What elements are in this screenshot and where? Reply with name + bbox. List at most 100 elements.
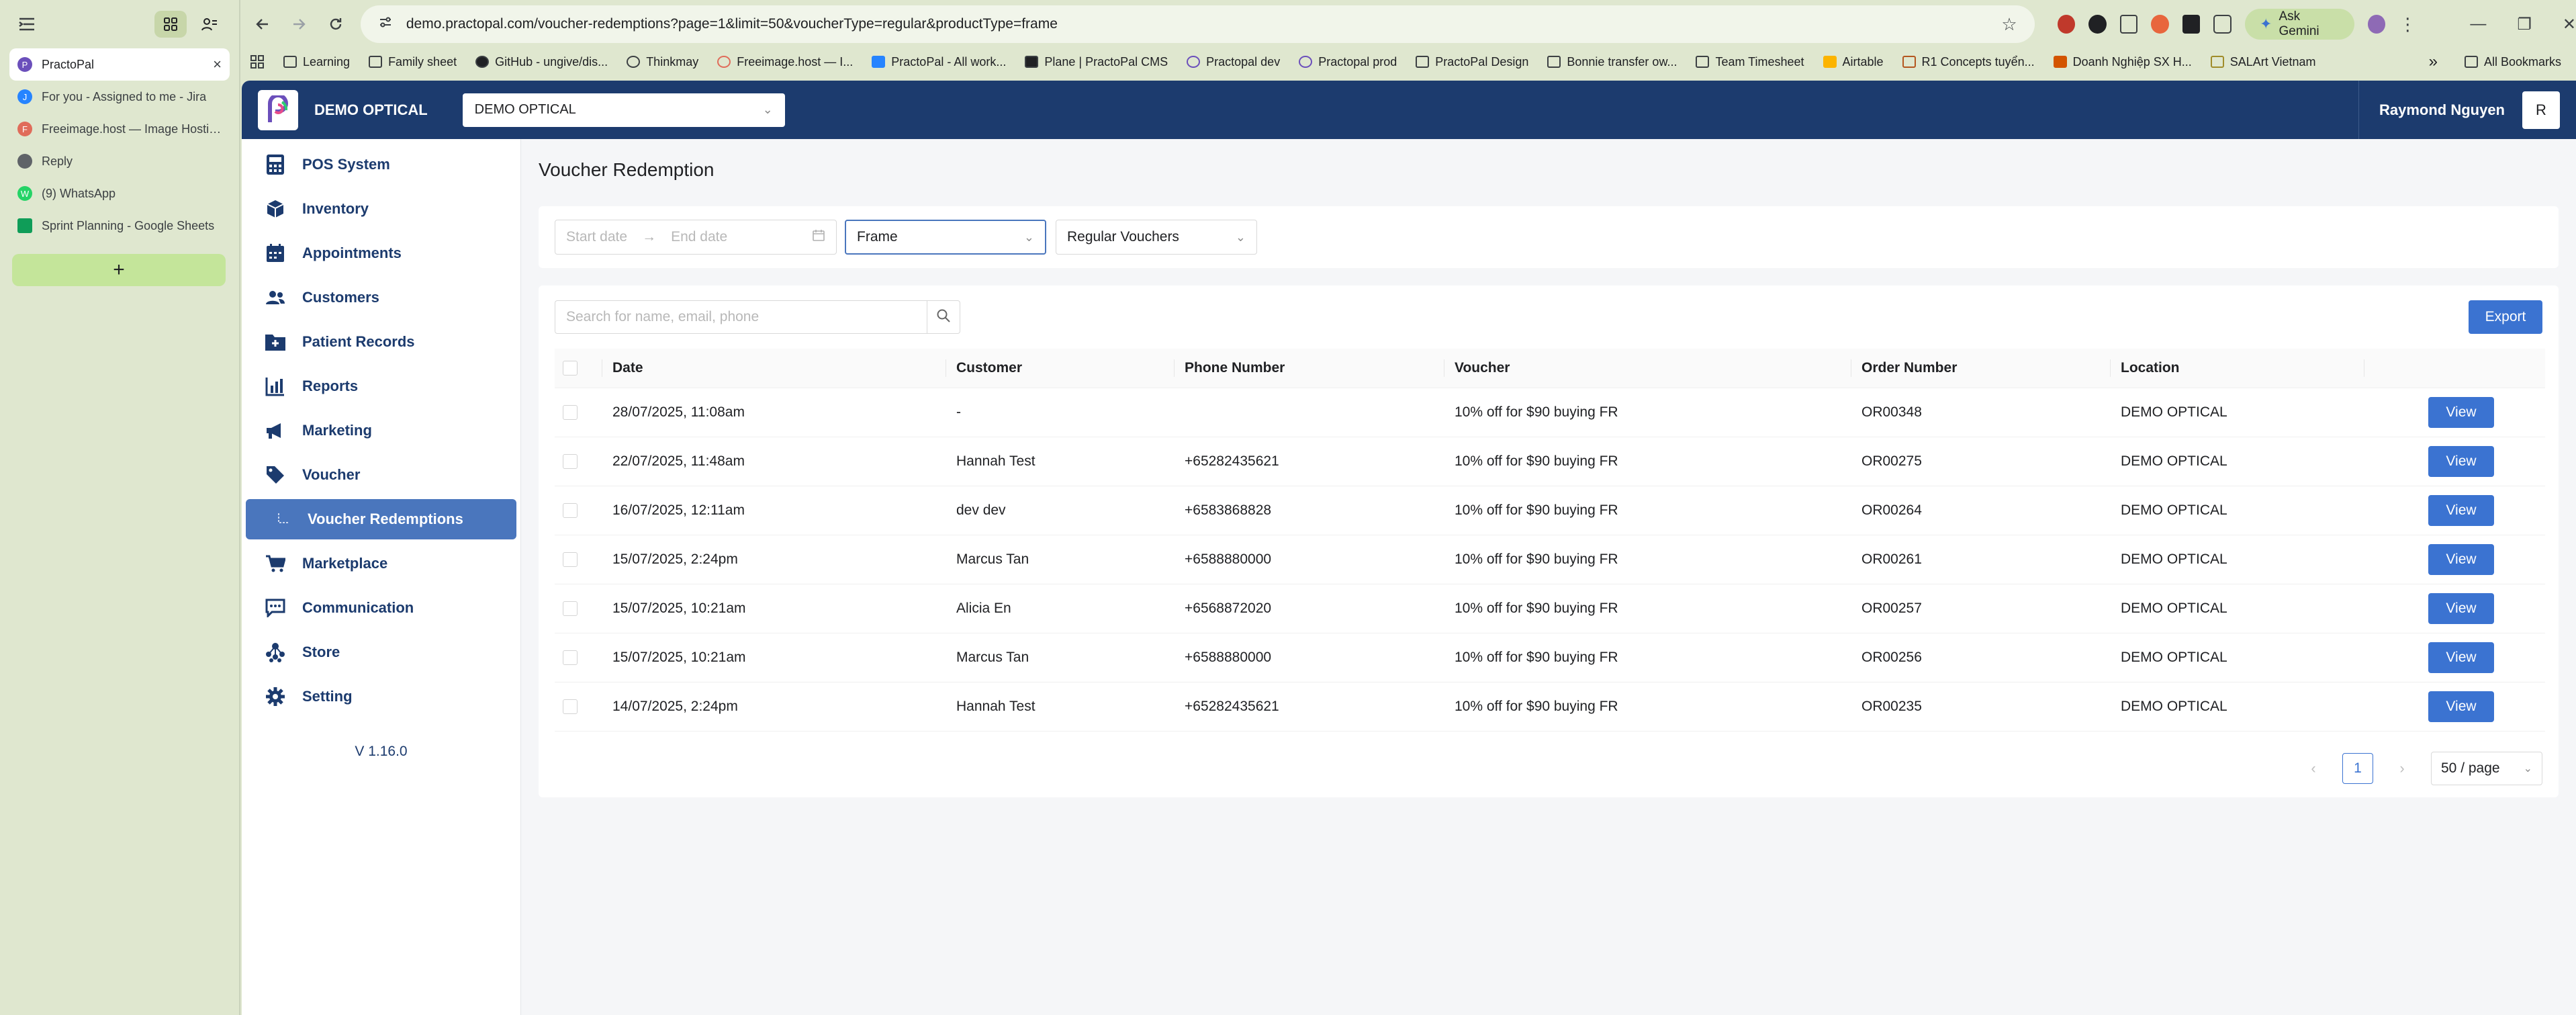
reload-icon[interactable] [318,5,354,43]
restore-icon[interactable]: ❐ [2517,15,2532,34]
more-menu-icon[interactable]: ⋮ [2399,14,2416,35]
bookmark-item[interactable]: Team Timesheet [1696,55,1804,69]
cell-date: 15/07/2025, 10:21am [602,584,946,633]
bookmark-star-icon[interactable]: ☆ [2001,14,2017,35]
view-button[interactable]: View [2428,642,2494,673]
user-menu[interactable]: Raymond Nguyen R [2358,81,2576,139]
avatar[interactable]: R [2522,91,2560,129]
ask-gemini-button[interactable]: ✦ Ask Gemini [2245,9,2354,40]
product-type-select[interactable]: Frame ⌄ [845,220,1046,255]
extensions-puzzle-icon[interactable] [2213,15,2232,34]
bookmark-item[interactable]: R1 Concepts tuyển... [1902,55,2035,69]
sidebar-item-voucher[interactable]: Voucher [246,455,516,495]
search-button[interactable] [927,300,960,334]
view-button[interactable]: View [2428,445,2494,477]
row-checkbox[interactable] [563,502,578,518]
extension-check-icon[interactable] [2088,15,2107,34]
row-checkbox[interactable] [563,650,578,665]
page-size-select[interactable]: 50 / page ⌄ [2431,752,2542,785]
sidebar-item-label: Marketing [302,422,372,439]
minimize-icon[interactable]: — [2470,15,2486,34]
start-date-input[interactable]: Start date [566,229,627,245]
page-number-current[interactable]: 1 [2342,753,2373,784]
bookmark-item[interactable]: Doanh Nghiệp SX H... [2053,55,2192,69]
search-input[interactable] [555,300,927,334]
extension-icon[interactable] [2057,15,2076,34]
sidebar-item-inventory[interactable]: Inventory [246,189,516,229]
new-tab-button[interactable]: + [12,254,226,286]
all-bookmarks-button[interactable]: All Bookmarks [2464,55,2561,69]
bookmark-item[interactable]: Bonnie transfer ow... [1547,55,1677,69]
bookmark-item[interactable]: Practopal dev [1187,55,1280,69]
bookmark-item[interactable]: Family sheet [369,55,457,69]
bookmark-item[interactable]: Learning [283,55,350,69]
bookmark-item[interactable]: GitHub - ungive/dis... [475,55,608,69]
sidebar-item-appointments[interactable]: Appointments [246,233,516,273]
folder-icon [283,56,297,68]
cell-customer: Hannah Test [946,682,1174,732]
bookmark-item[interactable]: Thinkmay [627,55,698,69]
more-bookmarks-icon[interactable]: » [2429,52,2438,71]
profile-switch-icon[interactable] [193,11,226,38]
browser-tab[interactable]: W (9) WhatsApp [9,177,230,210]
flame-extension-icon[interactable] [2151,15,2169,34]
sidebar-item-marketplace[interactable]: Marketplace [246,543,516,584]
address-bar[interactable]: demo.practopal.com/voucher-redemptions?p… [360,5,2035,43]
sidebar-item-patient-records[interactable]: Patient Records [246,322,516,362]
browser-tab[interactable]: Sprint Planning - Google Sheets [9,210,230,242]
sidebar-item-label: Reports [302,378,359,394]
close-tab-icon[interactable]: × [213,56,222,73]
sidebar-item-marketing[interactable]: Marketing [246,410,516,451]
row-checkbox[interactable] [563,551,578,567]
sidebar-item-communication[interactable]: Communication [246,588,516,628]
reader-extension-icon[interactable] [2182,15,2201,34]
view-button[interactable]: View [2428,396,2494,428]
back-icon[interactable] [244,5,281,43]
row-checkbox[interactable] [563,453,578,469]
close-window-icon[interactable]: ✕ [2563,15,2576,34]
bookmark-item[interactable]: Practopal prod [1299,55,1397,69]
browser-tab-strip: P PractoPal × J For you - Assigned to me… [0,0,240,1015]
sidebar-item-label: Customers [302,289,379,306]
row-checkbox[interactable] [563,601,578,616]
sidebar-item-customers[interactable]: Customers [246,277,516,318]
sidebar-item-setting[interactable]: Setting [246,676,516,717]
prev-page-icon[interactable]: ‹ [2302,760,2325,777]
sidebar-item-store[interactable]: Store [246,632,516,672]
org-select[interactable]: DEMO OPTICAL ⌄ [462,93,785,127]
voucher-type-select[interactable]: Regular Vouchers ⌄ [1056,220,1257,255]
browser-tab[interactable]: J For you - Assigned to me - Jira [9,81,230,113]
view-button[interactable]: View [2428,494,2494,526]
bookmark-item[interactable]: Plane | PractoPal CMS [1025,55,1168,69]
sidebar-item-pos-system[interactable]: POS System [246,144,516,185]
collapse-sidebar-icon[interactable] [13,11,40,38]
sidebar-item-reports[interactable]: Reports [246,366,516,406]
site-settings-icon[interactable] [378,15,393,34]
screenshot-extension-icon[interactable] [2119,15,2138,34]
bookmark-item[interactable]: Airtable [1823,55,1884,69]
view-button[interactable]: View [2428,592,2494,624]
sidebar-item-voucher-redemptions[interactable]: Voucher Redemptions [246,499,516,539]
export-button[interactable]: Export [2469,300,2542,334]
select-all-checkbox[interactable] [563,360,578,376]
forward-icon[interactable] [281,5,317,43]
profile-avatar-icon[interactable] [2367,15,2386,34]
bookmark-item[interactable]: Freeimage.host — I... [717,55,853,69]
view-button[interactable]: View [2428,543,2494,575]
bookmark-item[interactable]: SALArt Vietnam [2210,55,2315,69]
bookmark-item[interactable]: PractoPal - All work... [872,55,1006,69]
view-button[interactable]: View [2428,691,2494,722]
browser-tab[interactable]: P PractoPal × [9,48,230,81]
row-checkbox[interactable] [563,699,578,714]
browser-tab[interactable]: Reply [9,145,230,177]
row-checkbox[interactable] [563,404,578,420]
apps-grid-icon[interactable] [250,54,265,69]
tab-grid-icon[interactable] [154,11,187,38]
tab-strip-toolbar [0,0,239,48]
browser-tab[interactable]: F Freeimage.host — Image Hosting [9,113,230,145]
end-date-input[interactable]: End date [671,229,727,245]
next-page-icon[interactable]: › [2391,760,2413,777]
bookmark-item[interactable]: PractoPal Design [1416,55,1528,69]
practopal-logo-icon[interactable] [258,89,298,130]
date-range-picker[interactable]: Start date → End date [555,220,837,255]
